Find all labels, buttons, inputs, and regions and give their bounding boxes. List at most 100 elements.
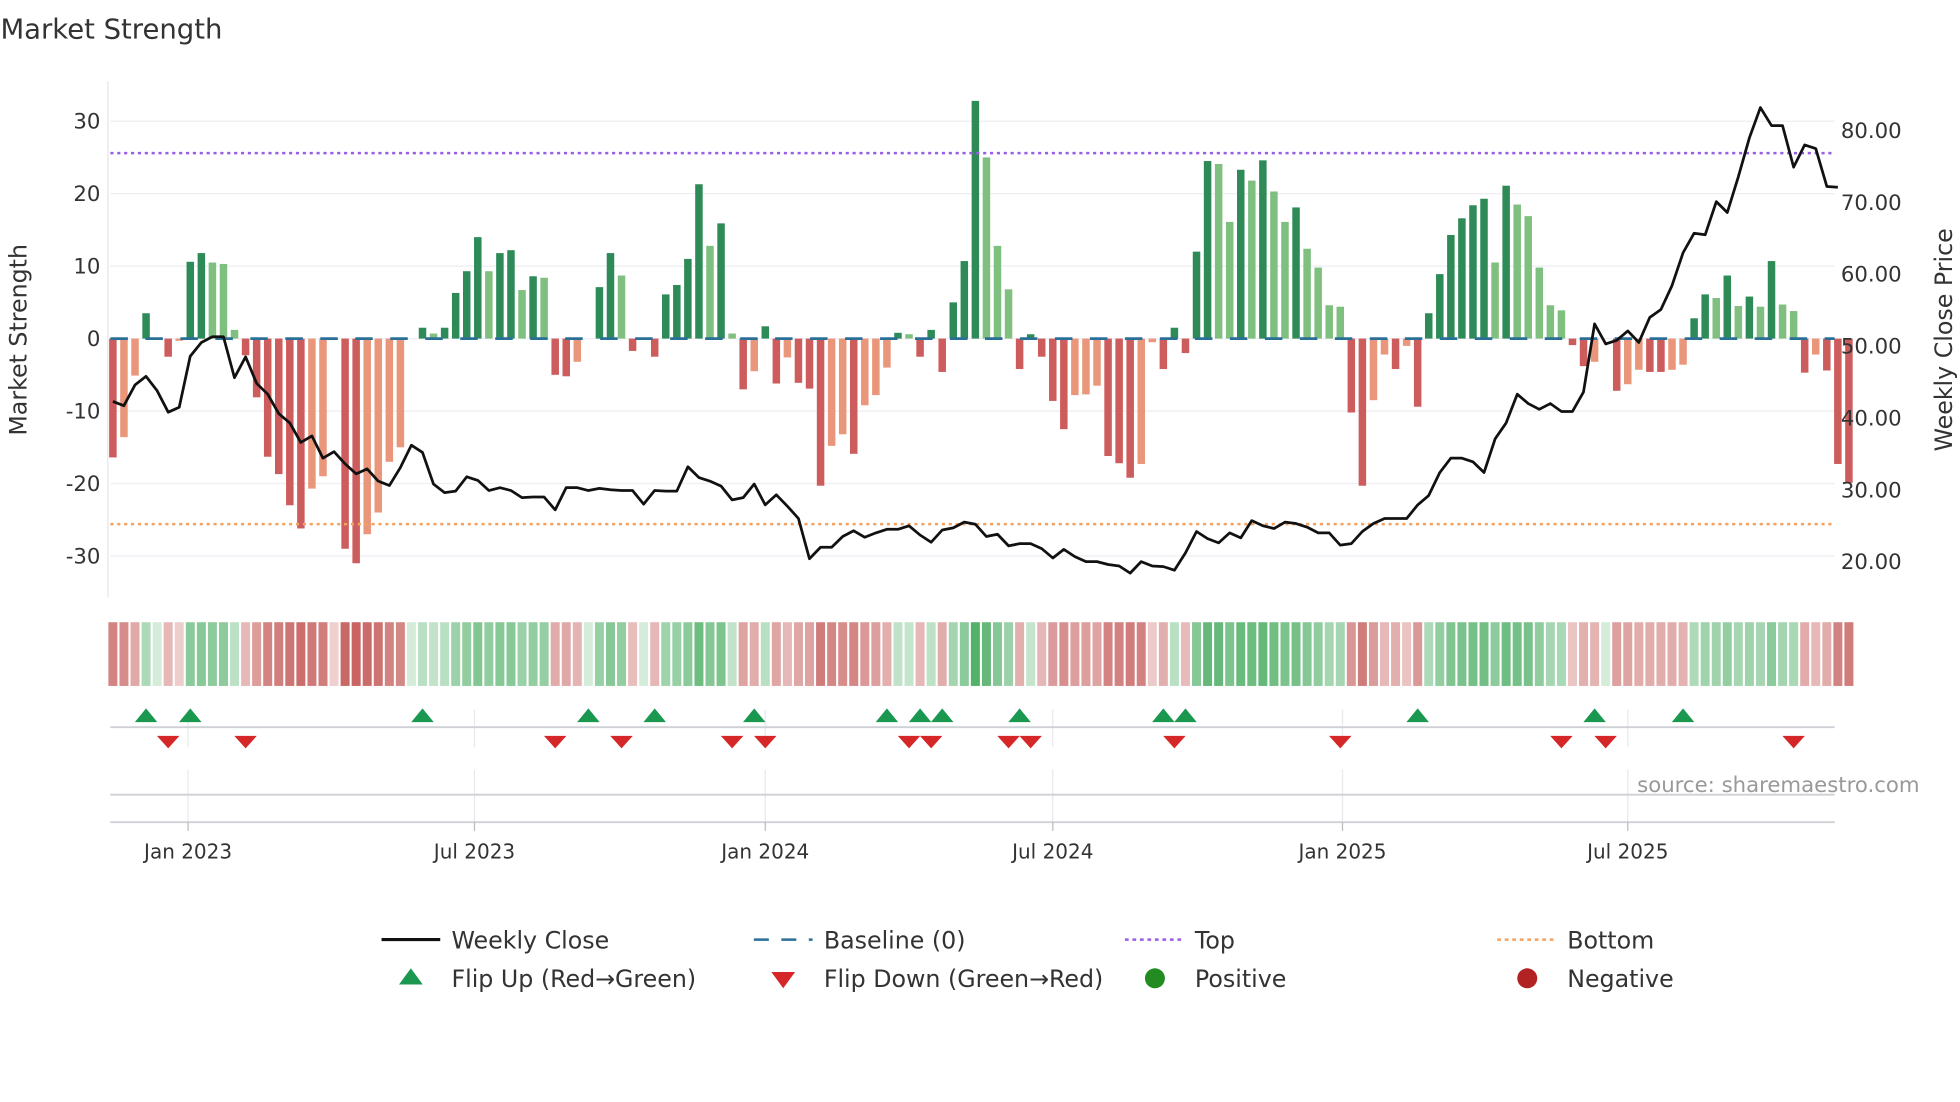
strength-bar xyxy=(462,271,471,339)
strength-bar xyxy=(1690,318,1698,339)
strength-bar xyxy=(1104,338,1112,456)
strength-bar xyxy=(960,261,969,339)
strength-bar xyxy=(252,338,261,398)
y-tick-label: 10 xyxy=(73,255,100,280)
strip-cell xyxy=(539,622,549,686)
legend-label: Negative xyxy=(1567,965,1673,993)
strip-cell xyxy=(959,622,969,686)
flip-up-marker xyxy=(179,708,202,723)
legend-label: Top xyxy=(1194,926,1235,954)
strength-bar xyxy=(1823,338,1831,371)
strip-cell xyxy=(1601,622,1611,686)
strength-bar xyxy=(219,263,228,339)
strength-bar xyxy=(1347,338,1356,413)
flip-down-marker xyxy=(1550,735,1573,749)
strength-bar xyxy=(1369,338,1378,401)
strength-bar xyxy=(1413,338,1422,407)
flip-down-marker xyxy=(156,735,180,749)
strength-bar xyxy=(1701,294,1709,339)
strip-cell xyxy=(263,622,273,686)
strip-cell xyxy=(1158,622,1168,686)
strength-bar xyxy=(1049,338,1057,401)
strength-bar xyxy=(1181,338,1190,354)
strength-bar xyxy=(474,237,482,339)
strip-cell xyxy=(1590,622,1600,686)
strip-cell xyxy=(495,622,505,686)
strength-bar xyxy=(1811,338,1820,355)
strip-cell xyxy=(1623,622,1633,686)
x-tick-label: Jul 2024 xyxy=(1010,839,1093,863)
strip-cell xyxy=(119,622,129,686)
strength-bar xyxy=(1546,305,1555,339)
strength-bar xyxy=(1424,313,1433,339)
strength-bar xyxy=(507,250,515,339)
strip-cell xyxy=(1656,622,1666,686)
strength-bar xyxy=(1037,338,1046,357)
strength-bar xyxy=(1491,262,1499,339)
strip-cell xyxy=(329,622,339,686)
y2-axis-label: Weekly Close Price xyxy=(1930,228,1958,451)
strength-bar xyxy=(1436,274,1444,339)
strength-bar xyxy=(706,245,714,339)
strength-bar xyxy=(297,338,305,529)
strength-bar xyxy=(1336,306,1345,339)
strip-cell xyxy=(672,622,682,686)
strength-bar xyxy=(1789,311,1798,339)
strength-bar xyxy=(164,338,172,357)
strength-bar xyxy=(1756,306,1765,339)
strength-bar xyxy=(1458,218,1466,339)
strength-bar xyxy=(1712,298,1720,339)
strength-bar xyxy=(662,294,670,339)
x-tick-label: Jan 2023 xyxy=(142,839,232,863)
strip-cell xyxy=(163,622,173,686)
strip-cell xyxy=(1479,622,1489,686)
strength-bar xyxy=(1535,267,1544,339)
flip-up-marker xyxy=(1583,708,1606,723)
strength-bar xyxy=(872,338,880,396)
strength-bar xyxy=(1358,338,1367,486)
strength-bar xyxy=(197,253,206,339)
strip-cell xyxy=(1733,622,1743,686)
strength-bar xyxy=(595,287,604,339)
strength-bar xyxy=(385,338,394,462)
strength-bar xyxy=(794,338,803,383)
strength-bar xyxy=(827,338,836,446)
strength-bar xyxy=(805,338,814,389)
strip-cell xyxy=(1501,622,1511,686)
strength-bar xyxy=(131,338,139,376)
flip-up-marker xyxy=(742,708,766,723)
strip-cell xyxy=(1711,622,1721,686)
strip-cell xyxy=(1302,622,1312,686)
strength-bar xyxy=(1126,338,1134,478)
strength-bar xyxy=(1248,180,1256,339)
strength-bar xyxy=(562,338,570,377)
strip-cell xyxy=(981,622,991,686)
strip-cell xyxy=(1402,622,1412,686)
flip-down-marker xyxy=(543,735,567,749)
strip-cell xyxy=(152,622,162,686)
strength-bar xyxy=(551,338,559,375)
strength-bar xyxy=(1612,338,1621,391)
strip-cell xyxy=(1391,622,1401,686)
strip-cell xyxy=(760,622,770,686)
flip-down-marker xyxy=(1782,735,1805,749)
strip-cell xyxy=(384,622,394,686)
y2-tick-label: 20.00 xyxy=(1841,550,1902,575)
strip-cell xyxy=(1778,622,1788,686)
flip-down-marker xyxy=(754,735,777,749)
strength-bar xyxy=(241,338,250,356)
flip-up-marker xyxy=(1671,708,1695,723)
strength-bar xyxy=(540,277,548,339)
strength-bar xyxy=(451,292,460,339)
strip-cell xyxy=(937,622,947,686)
strip-cell xyxy=(462,622,472,686)
strip-cell xyxy=(1722,622,1732,686)
strip-cell xyxy=(738,622,748,686)
strength-bar xyxy=(650,338,659,357)
strip-cell xyxy=(1822,622,1832,686)
strength-bar xyxy=(142,313,150,339)
strength-bar xyxy=(352,338,360,564)
strip-cell xyxy=(1811,622,1821,686)
strength-bar xyxy=(1292,207,1300,339)
strip-cell xyxy=(583,622,593,686)
